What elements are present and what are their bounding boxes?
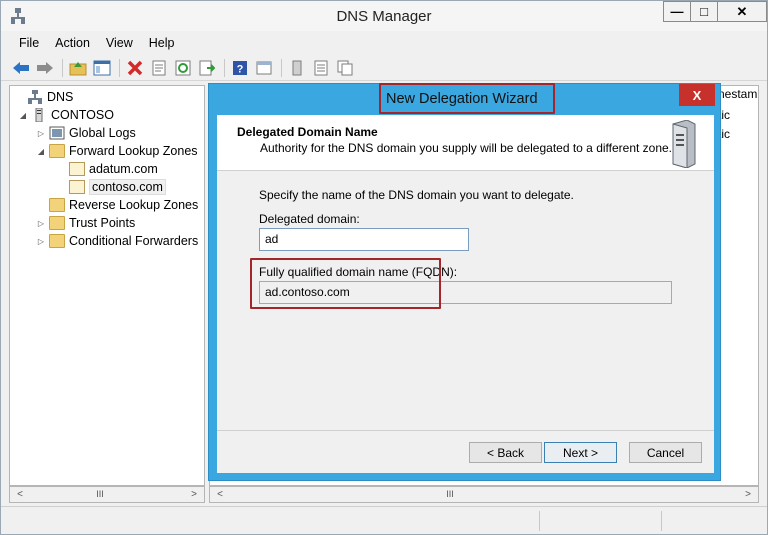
tree-item-label: DNS — [47, 90, 74, 104]
cancel-button[interactable]: Cancel — [629, 442, 702, 463]
delegated-domain-label: Delegated domain: — [259, 212, 360, 226]
wizard-header: Delegated Domain Name Authority for the … — [217, 115, 714, 171]
zone-icon — [69, 180, 85, 194]
toolbar-separator — [62, 58, 63, 77]
toolbar-separator — [281, 58, 282, 77]
scroll-left-arrow[interactable]: < — [12, 487, 28, 502]
menu-file[interactable]: File — [11, 36, 47, 50]
tree-item-label: Conditional Forwarders — [69, 234, 199, 248]
folder-icon — [49, 216, 65, 230]
folder-icon — [49, 144, 65, 158]
expand-triangle-icon[interactable]: ▷ — [36, 219, 46, 228]
toolbar-separator — [119, 58, 120, 77]
zone-icon — [69, 162, 85, 176]
tree-item-global-logs[interactable]: ▷ Global Logs — [36, 124, 136, 142]
copy-icon[interactable] — [335, 58, 355, 78]
tree-item-dns[interactable]: DNS — [14, 88, 73, 106]
dns-manager-window: DNS Manager — □ ✕ File Action View Help — [0, 0, 768, 535]
window-title: DNS Manager — [336, 8, 432, 25]
show-hide-tree-icon[interactable] — [92, 58, 112, 78]
scroll-thumb[interactable]: III — [80, 487, 120, 502]
menu-bar: File Action View Help — [1, 32, 767, 54]
export-list-icon[interactable] — [197, 58, 217, 78]
tree-item-label: contoso.com — [89, 179, 166, 195]
status-divider — [661, 511, 662, 531]
tree-item-label: Forward Lookup Zones — [69, 144, 198, 158]
help-icon[interactable]: ? — [230, 58, 250, 78]
title-highlight-box — [379, 83, 555, 114]
delete-icon[interactable] — [125, 58, 145, 78]
svg-text:?: ? — [237, 63, 244, 75]
collapse-triangle-icon[interactable]: ◢ — [18, 111, 28, 120]
scroll-left-arrow[interactable]: < — [212, 487, 228, 502]
tree-horizontal-scrollbar[interactable]: < III > — [9, 486, 205, 503]
tree-item-label: adatum.com — [89, 162, 158, 176]
tree-item-label: Reverse Lookup Zones — [69, 198, 199, 212]
tree-item-conditional-forwarders[interactable]: ▷ Conditional Forwarders — [36, 232, 198, 250]
title-bar: DNS Manager — □ ✕ — [1, 1, 767, 31]
menu-help[interactable]: Help — [141, 36, 183, 50]
menu-action[interactable]: Action — [47, 36, 98, 50]
expand-triangle-icon[interactable]: ▷ — [36, 237, 46, 246]
menu-view[interactable]: View — [98, 36, 141, 50]
maximize-button[interactable]: □ — [690, 1, 717, 22]
dns-icon — [28, 90, 42, 104]
folder-icon — [49, 234, 65, 248]
wizard-instruction: Specify the name of the DNS domain you w… — [259, 188, 574, 202]
list-icon[interactable] — [311, 58, 331, 78]
up-folder-icon[interactable] — [68, 58, 88, 78]
back-button[interactable]: < Back — [469, 442, 542, 463]
wizard-page-description: Authority for the DNS domain you supply … — [260, 141, 673, 155]
expand-triangle-icon[interactable]: ▷ — [36, 129, 46, 138]
collapse-triangle-icon[interactable]: ◢ — [36, 147, 46, 156]
results-horizontal-scrollbar[interactable]: < III > — [209, 486, 759, 503]
toolbar: ? — [1, 55, 767, 81]
delegated-domain-input[interactable]: ad — [259, 228, 469, 251]
tree-item-label: Global Logs — [69, 126, 136, 140]
column-header-timestamp[interactable]: nestam — [718, 87, 757, 101]
tree-item-reverse-lookup-zones[interactable]: Reverse Lookup Zones — [36, 196, 198, 214]
status-divider — [539, 511, 540, 531]
scroll-right-arrow[interactable]: > — [740, 487, 756, 502]
forward-arrow-icon[interactable] — [35, 58, 55, 78]
refresh-icon[interactable] — [173, 58, 193, 78]
server-icon[interactable] — [287, 58, 307, 78]
back-arrow-icon[interactable] — [11, 58, 31, 78]
tree-item-contoso[interactable]: ◢ CONTOSO — [18, 106, 114, 124]
tree-item-trust-points[interactable]: ▷ Trust Points — [36, 214, 135, 232]
minimize-button[interactable]: — — [663, 1, 690, 22]
next-button[interactable]: Next > — [544, 442, 617, 463]
folder-icon — [49, 198, 65, 212]
tree-item-contoso-com[interactable]: contoso.com — [56, 178, 166, 196]
wizard-page-title: Delegated Domain Name — [237, 125, 378, 139]
logs-icon — [49, 126, 65, 140]
show-scope-icon[interactable] — [254, 58, 274, 78]
tree-item-adatum[interactable]: adatum.com — [56, 160, 158, 178]
tree-item-forward-lookup-zones[interactable]: ◢ Forward Lookup Zones — [36, 142, 198, 160]
fqdn-highlight-box — [250, 258, 441, 309]
wizard-close-button[interactable]: X — [679, 84, 715, 106]
server-icon — [35, 108, 43, 122]
scroll-thumb[interactable]: III — [430, 487, 470, 502]
toolbar-separator — [224, 58, 225, 77]
console-tree[interactable]: DNS ◢ CONTOSO ▷ Global Logs ◢ Forward Lo… — [9, 85, 205, 486]
tree-item-label: Trust Points — [69, 216, 136, 230]
tree-item-label: CONTOSO — [51, 108, 114, 122]
close-button[interactable]: ✕ — [717, 1, 767, 22]
properties-icon[interactable] — [149, 58, 169, 78]
wizard-separator — [217, 430, 714, 431]
server-tower-icon — [672, 120, 696, 168]
status-bar — [1, 506, 767, 534]
scroll-right-arrow[interactable]: > — [186, 487, 202, 502]
